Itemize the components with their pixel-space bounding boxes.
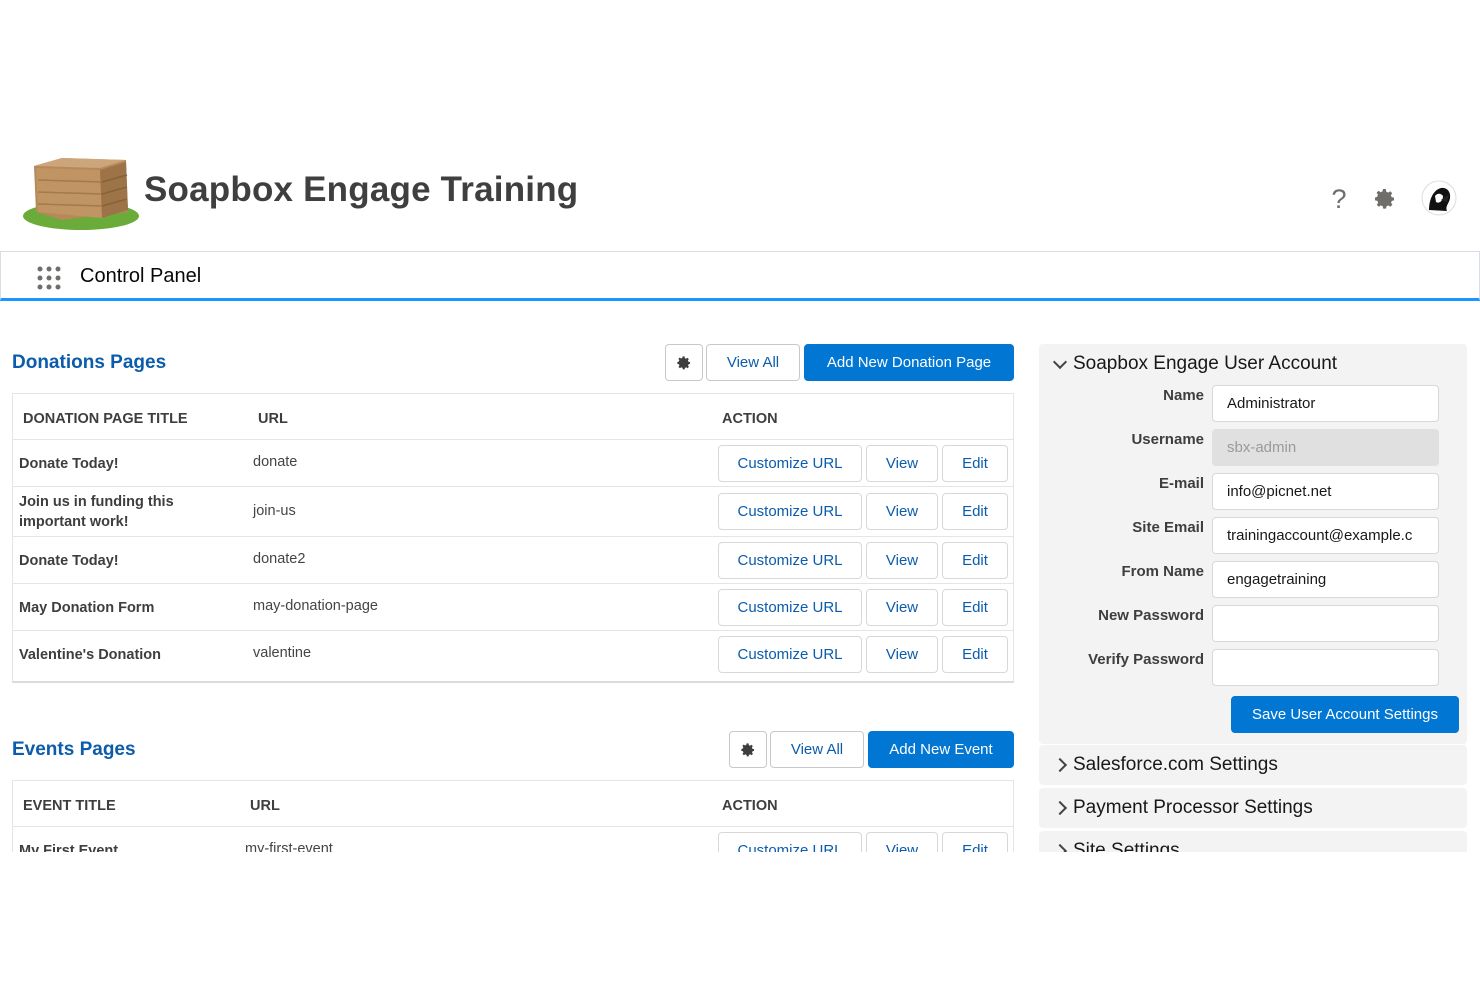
donation-page-url: join-us bbox=[253, 503, 296, 519]
table-row: Donate Today! donate Customize URL View … bbox=[13, 440, 1013, 487]
from-name-field[interactable] bbox=[1212, 561, 1439, 598]
column-header: URL bbox=[250, 798, 280, 814]
name-field[interactable] bbox=[1212, 385, 1439, 422]
username-field bbox=[1212, 429, 1439, 466]
accordion-label: Payment Processor Settings bbox=[1073, 797, 1313, 818]
customize-url-button[interactable]: Customize URL bbox=[718, 493, 862, 530]
user-account-title: Soapbox Engage User Account bbox=[1073, 353, 1338, 374]
customize-url-button[interactable]: Customize URL bbox=[718, 636, 862, 673]
table-row: May Donation Form may-donation-page Cust… bbox=[13, 584, 1013, 631]
username-label: Username bbox=[1131, 431, 1204, 448]
view-button[interactable]: View bbox=[866, 636, 938, 673]
view-button[interactable]: View bbox=[866, 542, 938, 579]
donations-section-title: Donations Pages bbox=[12, 352, 167, 373]
donations-table: DONATION PAGE TITLE URL ACTION Donate To… bbox=[12, 393, 1014, 683]
app-launcher-icon[interactable] bbox=[35, 264, 63, 292]
email-label: E-mail bbox=[1158, 475, 1204, 492]
save-user-account-settings-button[interactable]: Save User Account Settings bbox=[1231, 696, 1459, 733]
user-account-panel: Soapbox Engage User Account Name Usernam… bbox=[1039, 344, 1467, 744]
edit-button[interactable]: Edit bbox=[942, 542, 1008, 579]
new-password-field[interactable] bbox=[1212, 605, 1439, 642]
donation-page-title: Donate Today! bbox=[19, 553, 119, 569]
site-email-field[interactable] bbox=[1212, 517, 1439, 554]
column-header: EVENT TITLE bbox=[23, 798, 116, 814]
app-header: Soapbox Engage Training ? bbox=[0, 140, 1480, 250]
donation-page-url: valentine bbox=[253, 645, 312, 661]
chevron-right-icon bbox=[1052, 800, 1068, 816]
table-row: Donate Today! donate2 Customize URL View… bbox=[13, 537, 1013, 584]
edit-button[interactable]: Edit bbox=[942, 493, 1008, 530]
help-icon[interactable]: ? bbox=[1324, 184, 1354, 214]
donation-page-url: donate2 bbox=[253, 551, 306, 567]
site-email-label: Site Email bbox=[1132, 519, 1204, 536]
column-header: DONATION PAGE TITLE bbox=[23, 411, 188, 427]
events-view-all-button[interactable]: View All bbox=[770, 731, 864, 768]
add-new-donation-page-button[interactable]: Add New Donation Page bbox=[804, 344, 1014, 381]
customize-url-button[interactable]: Customize URL bbox=[718, 542, 862, 579]
view-button[interactable]: View bbox=[866, 493, 938, 530]
donation-page-title: Valentine's Donation bbox=[19, 647, 162, 663]
column-header: ACTION bbox=[722, 798, 778, 814]
verify-password-label: Verify Password bbox=[1088, 651, 1204, 668]
donations-settings-button[interactable] bbox=[665, 344, 703, 381]
column-header: ACTION bbox=[722, 411, 778, 427]
app-nav-bar: Control Panel bbox=[0, 251, 1480, 301]
customize-url-button[interactable]: Customize URL bbox=[718, 589, 862, 626]
gear-icon bbox=[741, 742, 754, 756]
events-settings-button[interactable] bbox=[729, 731, 767, 768]
avatar[interactable] bbox=[1421, 180, 1457, 216]
events-section-title: Events Pages bbox=[12, 739, 136, 760]
screenshot-crop-area bbox=[0, 852, 1480, 987]
view-button[interactable]: View bbox=[866, 589, 938, 626]
app-title: Soapbox Engage Training bbox=[144, 170, 579, 209]
new-password-label: New Password bbox=[1098, 607, 1204, 624]
view-button[interactable]: View bbox=[866, 445, 938, 482]
chevron-right-icon bbox=[1052, 757, 1068, 773]
table-header: EVENT TITLE URL ACTION bbox=[13, 781, 1013, 827]
donation-page-url: may-donation-page bbox=[253, 598, 378, 614]
donation-page-title: Donate Today! bbox=[19, 456, 119, 472]
table-row: Join us in funding this important work! … bbox=[13, 487, 1013, 537]
crate-logo[interactable] bbox=[22, 148, 140, 230]
edit-button[interactable]: Edit bbox=[942, 445, 1008, 482]
chevron-down-icon bbox=[1052, 354, 1068, 369]
gear-icon bbox=[677, 355, 690, 369]
user-account-toggle[interactable]: Soapbox Engage User Account bbox=[1052, 353, 1338, 375]
salesforce-settings-accordion[interactable]: Salesforce.com Settings bbox=[1039, 745, 1467, 785]
payment-processor-settings-accordion[interactable]: Payment Processor Settings bbox=[1039, 788, 1467, 828]
donation-page-title: May Donation Form bbox=[19, 600, 155, 616]
email-field[interactable] bbox=[1212, 473, 1439, 510]
accordion-label: Salesforce.com Settings bbox=[1073, 754, 1278, 775]
table-row: Valentine's Donation valentine Customize… bbox=[13, 631, 1013, 681]
from-name-label: From Name bbox=[1121, 563, 1204, 580]
donations-view-all-button[interactable]: View All bbox=[706, 344, 800, 381]
table-header: DONATION PAGE TITLE URL ACTION bbox=[13, 394, 1013, 440]
nav-title: Control Panel bbox=[80, 265, 202, 287]
customize-url-button[interactable]: Customize URL bbox=[718, 445, 862, 482]
donation-page-url: donate bbox=[253, 454, 298, 470]
gear-icon[interactable] bbox=[1370, 184, 1400, 214]
edit-button[interactable]: Edit bbox=[942, 636, 1008, 673]
verify-password-field[interactable] bbox=[1212, 649, 1439, 686]
donation-page-title: Join us in funding this important work! bbox=[19, 494, 174, 530]
add-new-event-button[interactable]: Add New Event bbox=[868, 731, 1014, 768]
edit-button[interactable]: Edit bbox=[942, 589, 1008, 626]
column-header: URL bbox=[258, 411, 288, 427]
name-label: Name bbox=[1163, 387, 1204, 404]
